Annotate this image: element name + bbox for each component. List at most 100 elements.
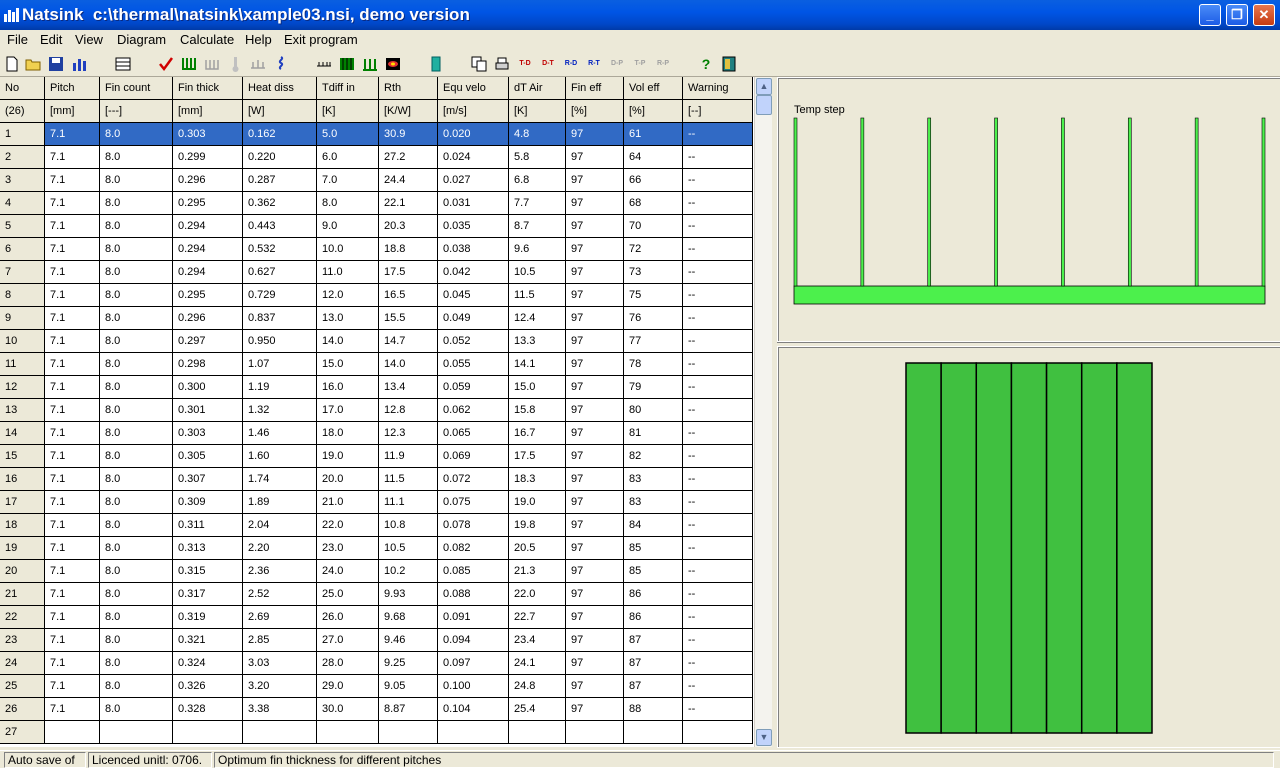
- table-row-20-cell-9[interactable]: 97: [566, 560, 624, 583]
- menu-view[interactable]: View: [75, 32, 103, 47]
- table-row-10-cell-6[interactable]: 14.7: [379, 330, 438, 353]
- table-row-15-cell-9[interactable]: 97: [566, 445, 624, 468]
- menu-edit[interactable]: Edit: [40, 32, 62, 47]
- table-row-7-cell-1[interactable]: 7.1: [45, 261, 100, 284]
- table-row-10-cell-7[interactable]: 0.052: [438, 330, 509, 353]
- table-row-7-cell-2[interactable]: 8.0: [100, 261, 173, 284]
- diagram-r-p-button[interactable]: R-P: [654, 55, 672, 73]
- table-row-15-cell-0[interactable]: 15: [0, 445, 45, 468]
- table-row-12-cell-11[interactable]: --: [683, 376, 753, 399]
- table-row-20-cell-7[interactable]: 0.085: [438, 560, 509, 583]
- table-row-19-cell-0[interactable]: 19: [0, 537, 45, 560]
- table-row-2-cell-3[interactable]: 0.299: [173, 146, 243, 169]
- table-row-10-cell-4[interactable]: 0.950: [243, 330, 317, 353]
- table-row-9-cell-11[interactable]: --: [683, 307, 753, 330]
- table-row-16-cell-6[interactable]: 11.5: [379, 468, 438, 491]
- table-row-14-cell-4[interactable]: 1.46: [243, 422, 317, 445]
- table-row-10-cell-0[interactable]: 10: [0, 330, 45, 353]
- table-row-3-cell-7[interactable]: 0.027: [438, 169, 509, 192]
- table-row-6-cell-11[interactable]: --: [683, 238, 753, 261]
- table-row-11-cell-2[interactable]: 8.0: [100, 353, 173, 376]
- table-row-1-cell-11[interactable]: --: [683, 123, 753, 146]
- new-file-icon[interactable]: [3, 55, 21, 73]
- table-row-2-cell-5[interactable]: 6.0: [317, 146, 379, 169]
- table-row-6-cell-2[interactable]: 8.0: [100, 238, 173, 261]
- table-row-7-cell-7[interactable]: 0.042: [438, 261, 509, 284]
- table-scrollbar[interactable]: ▲ ▼: [754, 77, 772, 747]
- table-row-26-cell-7[interactable]: 0.104: [438, 698, 509, 721]
- table-row-24-cell-10[interactable]: 87: [624, 652, 683, 675]
- heatsink-flat-icon[interactable]: [249, 55, 267, 73]
- results-table[interactable]: No Pitch Fin count Fin thick Heat diss Tdiff …: [0, 77, 754, 747]
- table-row-25-cell-11[interactable]: --: [683, 675, 753, 698]
- table-row-25-cell-4[interactable]: 3.20: [243, 675, 317, 698]
- save-icon[interactable]: [47, 55, 65, 73]
- table-row-17-cell-11[interactable]: --: [683, 491, 753, 514]
- table-row-17-cell-7[interactable]: 0.075: [438, 491, 509, 514]
- table-row-23-cell-10[interactable]: 87: [624, 629, 683, 652]
- table-row-15-cell-11[interactable]: --: [683, 445, 753, 468]
- table-row-4-cell-6[interactable]: 22.1: [379, 192, 438, 215]
- table-row-8-cell-4[interactable]: 0.729: [243, 284, 317, 307]
- table-row-5-cell-4[interactable]: 0.443: [243, 215, 317, 238]
- table-row-13-cell-3[interactable]: 0.301: [173, 399, 243, 422]
- table-row-5-cell-2[interactable]: 8.0: [100, 215, 173, 238]
- table-row-26-cell-4[interactable]: 3.38: [243, 698, 317, 721]
- table-row-9-cell-10[interactable]: 76: [624, 307, 683, 330]
- table-row-24-cell-1[interactable]: 7.1: [45, 652, 100, 675]
- table-row-6-cell-5[interactable]: 10.0: [317, 238, 379, 261]
- table-row-26-cell-0[interactable]: 26: [0, 698, 45, 721]
- table-row-9-cell-8[interactable]: 12.4: [509, 307, 566, 330]
- table-row-4-cell-5[interactable]: 8.0: [317, 192, 379, 215]
- diagram-r-t-button[interactable]: R-T: [585, 55, 603, 73]
- table-row-2-cell-9[interactable]: 97: [566, 146, 624, 169]
- table-row-15-cell-8[interactable]: 17.5: [509, 445, 566, 468]
- table-row-26-cell-9[interactable]: 97: [566, 698, 624, 721]
- table-row-7-cell-9[interactable]: 97: [566, 261, 624, 284]
- table-row-11-cell-10[interactable]: 78: [624, 353, 683, 376]
- table-row-9-cell-6[interactable]: 15.5: [379, 307, 438, 330]
- app-icon[interactable]: [4, 8, 20, 22]
- table-row-13-cell-4[interactable]: 1.32: [243, 399, 317, 422]
- maximize-button[interactable]: ❐: [1226, 4, 1248, 26]
- table-row-19-cell-10[interactable]: 85: [624, 537, 683, 560]
- table-row-18-cell-6[interactable]: 10.8: [379, 514, 438, 537]
- table-row-8-cell-10[interactable]: 75: [624, 284, 683, 307]
- table-row-13-cell-10[interactable]: 80: [624, 399, 683, 422]
- diagram-t-p-button[interactable]: T-P: [631, 55, 649, 73]
- table-row-5-cell-1[interactable]: 7.1: [45, 215, 100, 238]
- table-row-5-cell-0[interactable]: 5: [0, 215, 45, 238]
- table-row-1-cell-4[interactable]: 0.162: [243, 123, 317, 146]
- table-row-16-cell-2[interactable]: 8.0: [100, 468, 173, 491]
- table-row-9-cell-1[interactable]: 7.1: [45, 307, 100, 330]
- table-row-2-cell-10[interactable]: 64: [624, 146, 683, 169]
- table-row-16-cell-0[interactable]: 16: [0, 468, 45, 491]
- menu-file[interactable]: File: [7, 32, 28, 47]
- table-row-21-cell-4[interactable]: 2.52: [243, 583, 317, 606]
- table-row-21-cell-2[interactable]: 8.0: [100, 583, 173, 606]
- table-row-13-cell-1[interactable]: 7.1: [45, 399, 100, 422]
- table-row-18-cell-9[interactable]: 97: [566, 514, 624, 537]
- table-row-15-cell-4[interactable]: 1.60: [243, 445, 317, 468]
- table-row-5-cell-3[interactable]: 0.294: [173, 215, 243, 238]
- table-row-4-cell-1[interactable]: 7.1: [45, 192, 100, 215]
- scroll-down-button[interactable]: ▼: [756, 729, 772, 746]
- table-row-25-cell-5[interactable]: 29.0: [317, 675, 379, 698]
- table-row-2-cell-8[interactable]: 5.8: [509, 146, 566, 169]
- table-row-13-cell-5[interactable]: 17.0: [317, 399, 379, 422]
- table-row-27-cell-10[interactable]: [624, 721, 683, 744]
- table-row-15-cell-5[interactable]: 19.0: [317, 445, 379, 468]
- table-row-22-cell-3[interactable]: 0.319: [173, 606, 243, 629]
- table-row-20-cell-8[interactable]: 21.3: [509, 560, 566, 583]
- table-row-19-cell-1[interactable]: 7.1: [45, 537, 100, 560]
- table-row-17-cell-10[interactable]: 83: [624, 491, 683, 514]
- table-row-27-cell-6[interactable]: [379, 721, 438, 744]
- table-row-1-cell-5[interactable]: 5.0: [317, 123, 379, 146]
- table-row-13-cell-9[interactable]: 97: [566, 399, 624, 422]
- table-row-17-cell-0[interactable]: 17: [0, 491, 45, 514]
- table-row-1-cell-8[interactable]: 4.8: [509, 123, 566, 146]
- minimize-button[interactable]: _: [1199, 4, 1221, 26]
- table-row-3-cell-4[interactable]: 0.287: [243, 169, 317, 192]
- table-row-3-cell-2[interactable]: 8.0: [100, 169, 173, 192]
- table-row-17-cell-8[interactable]: 19.0: [509, 491, 566, 514]
